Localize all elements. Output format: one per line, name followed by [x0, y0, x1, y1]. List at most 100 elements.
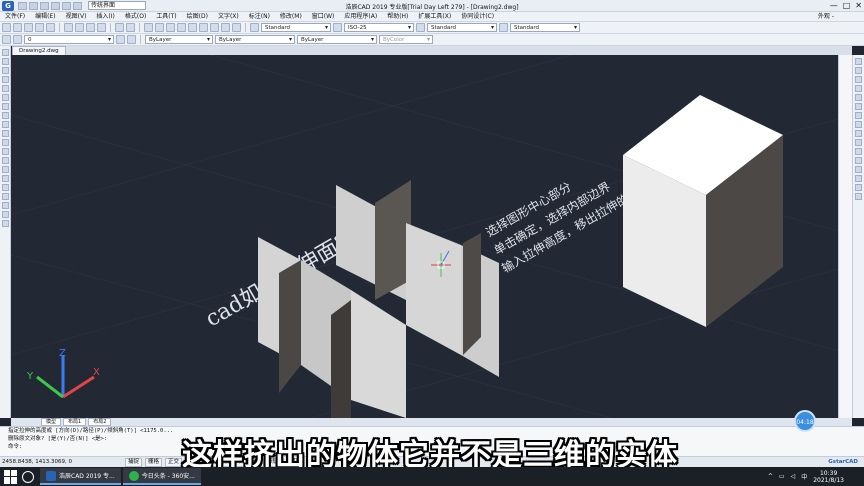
extend-icon[interactable]: [855, 148, 862, 155]
insert-block-icon[interactable]: [1, 148, 9, 155]
rectangle-icon[interactable]: [1, 85, 9, 92]
ellipse-arc-icon[interactable]: [1, 139, 9, 146]
redo-icon[interactable]: [126, 23, 135, 32]
mtext-icon[interactable]: [1, 211, 9, 218]
dim-style-select[interactable]: ISO-25: [344, 23, 414, 32]
properties-icon[interactable]: [188, 23, 197, 32]
copy-object-icon[interactable]: [855, 67, 862, 74]
join-icon[interactable]: [855, 166, 862, 173]
construction-line-icon[interactable]: [1, 58, 9, 65]
gstarcad-logo-icon[interactable]: G: [2, 0, 14, 11]
undo-icon[interactable]: [62, 1, 71, 10]
menu-help[interactable]: 帮助(H): [382, 12, 413, 22]
taskbar-app-gstarcad[interactable]: 浩辰CAD 2019 专...: [40, 468, 121, 485]
make-current-layer-icon[interactable]: [116, 35, 125, 44]
surface-panel[interactable]: [375, 180, 411, 300]
tab-layout1[interactable]: 布局1: [63, 418, 87, 426]
copy-icon[interactable]: [75, 23, 84, 32]
surface-panel[interactable]: [463, 233, 481, 355]
table-style-select[interactable]: Standard: [427, 23, 497, 32]
close-button[interactable]: ✕: [855, 1, 862, 10]
menu-file[interactable]: 文件(F): [0, 12, 30, 22]
line-icon[interactable]: [1, 49, 9, 56]
minimize-button[interactable]: —: [830, 1, 838, 10]
surface-panel[interactable]: [351, 290, 406, 418]
menu-edit[interactable]: 编辑(E): [30, 12, 60, 22]
break-icon[interactable]: [855, 157, 862, 164]
windows-start-icon[interactable]: [4, 469, 18, 484]
taskbar-app-browser[interactable]: 今日头条 - 360安...: [122, 468, 201, 485]
open-file-icon[interactable]: [29, 1, 38, 10]
print-icon[interactable]: [35, 23, 44, 32]
plotstyle-select[interactable]: ByColor: [379, 35, 433, 44]
pan-icon[interactable]: [144, 23, 153, 32]
explode-icon[interactable]: [855, 193, 862, 200]
chamfer-icon[interactable]: [855, 175, 862, 182]
surface-panel[interactable]: [279, 260, 301, 393]
surface-panel[interactable]: [406, 223, 461, 355]
drawing-canvas[interactable]: cad如何拉伸面? 选择图形中心部分 单击确定，选择内部边界 输入拉伸高度，移出…: [11, 55, 852, 418]
spline-icon[interactable]: [1, 121, 9, 128]
design-center-icon[interactable]: [199, 23, 208, 32]
open-icon[interactable]: [13, 23, 22, 32]
scale-icon[interactable]: [855, 121, 862, 128]
extruded-surfaces[interactable]: [258, 180, 499, 418]
layer-state-icon[interactable]: [13, 35, 22, 44]
search-icon[interactable]: [22, 470, 34, 483]
help-icon[interactable]: [232, 23, 241, 32]
tool-palette-icon[interactable]: [210, 23, 219, 32]
menu-window[interactable]: 窗口(W): [307, 12, 340, 22]
polygon-icon[interactable]: [1, 76, 9, 83]
tab-layout2[interactable]: 布局2: [88, 418, 112, 426]
menu-collaboration[interactable]: 协同设计(C): [456, 12, 499, 22]
save-icon[interactable]: [40, 1, 49, 10]
solid-box[interactable]: [623, 95, 783, 327]
rotate-icon[interactable]: [855, 112, 862, 119]
menu-draw[interactable]: 绘图(D): [182, 12, 213, 22]
linetype-select[interactable]: ByLayer: [215, 35, 295, 44]
arc-icon[interactable]: [1, 94, 9, 101]
menu-tools[interactable]: 工具(T): [151, 12, 181, 22]
undo-icon[interactable]: [115, 23, 124, 32]
clock[interactable]: 10:39 2021/8/13: [813, 470, 844, 484]
zoom-previous-icon[interactable]: [177, 23, 186, 32]
hatch-icon[interactable]: [1, 175, 9, 182]
menu-format[interactable]: 格式(O): [120, 12, 151, 22]
array-icon[interactable]: [855, 94, 862, 101]
layer-manager-icon[interactable]: [2, 35, 11, 44]
circle-icon[interactable]: [1, 103, 9, 110]
model-space-view[interactable]: cad如何拉伸面? 选择图形中心部分 单击确定，选择内部边界 输入拉伸高度，移出…: [11, 55, 852, 418]
menu-modify[interactable]: 修改(M): [275, 12, 307, 22]
workspace-select[interactable]: 传统界面: [88, 1, 146, 10]
point-icon[interactable]: [1, 166, 9, 173]
tab-model[interactable]: 模型: [41, 418, 62, 426]
preview-icon[interactable]: [46, 23, 55, 32]
cut-icon[interactable]: [64, 23, 73, 32]
menu-insert[interactable]: 插入(I): [91, 12, 119, 22]
add-selected-icon[interactable]: [1, 220, 9, 227]
ellipse-icon[interactable]: [1, 130, 9, 137]
move-icon[interactable]: [855, 103, 862, 110]
menu-applications[interactable]: 应用程序(A): [339, 12, 382, 22]
gradient-icon[interactable]: [1, 184, 9, 191]
new-icon[interactable]: [2, 23, 11, 32]
region-icon[interactable]: [1, 193, 9, 200]
offset-icon[interactable]: [855, 85, 862, 92]
zoom-window-icon[interactable]: [166, 23, 175, 32]
save-icon[interactable]: [24, 23, 33, 32]
revcloud-icon[interactable]: [1, 112, 9, 119]
trim-icon[interactable]: [855, 139, 862, 146]
mleader-style-select[interactable]: Standard: [510, 23, 580, 32]
polyline-icon[interactable]: [1, 67, 9, 74]
volume-icon[interactable]: ◁: [791, 473, 796, 480]
surface-panel[interactable]: [331, 300, 351, 418]
text-style-select[interactable]: Standard: [261, 23, 331, 32]
lineweight-select[interactable]: ByLayer: [297, 35, 377, 44]
tab-drawing2[interactable]: Drawing2.dwg: [12, 46, 66, 55]
stretch-icon[interactable]: [855, 130, 862, 137]
print-icon[interactable]: [51, 1, 60, 10]
menu-dimension[interactable]: 标注(N): [244, 12, 275, 22]
paste-icon[interactable]: [86, 23, 95, 32]
recording-timer-badge[interactable]: 04:18: [794, 410, 816, 432]
viewport-scroll-panel[interactable]: [838, 55, 852, 418]
